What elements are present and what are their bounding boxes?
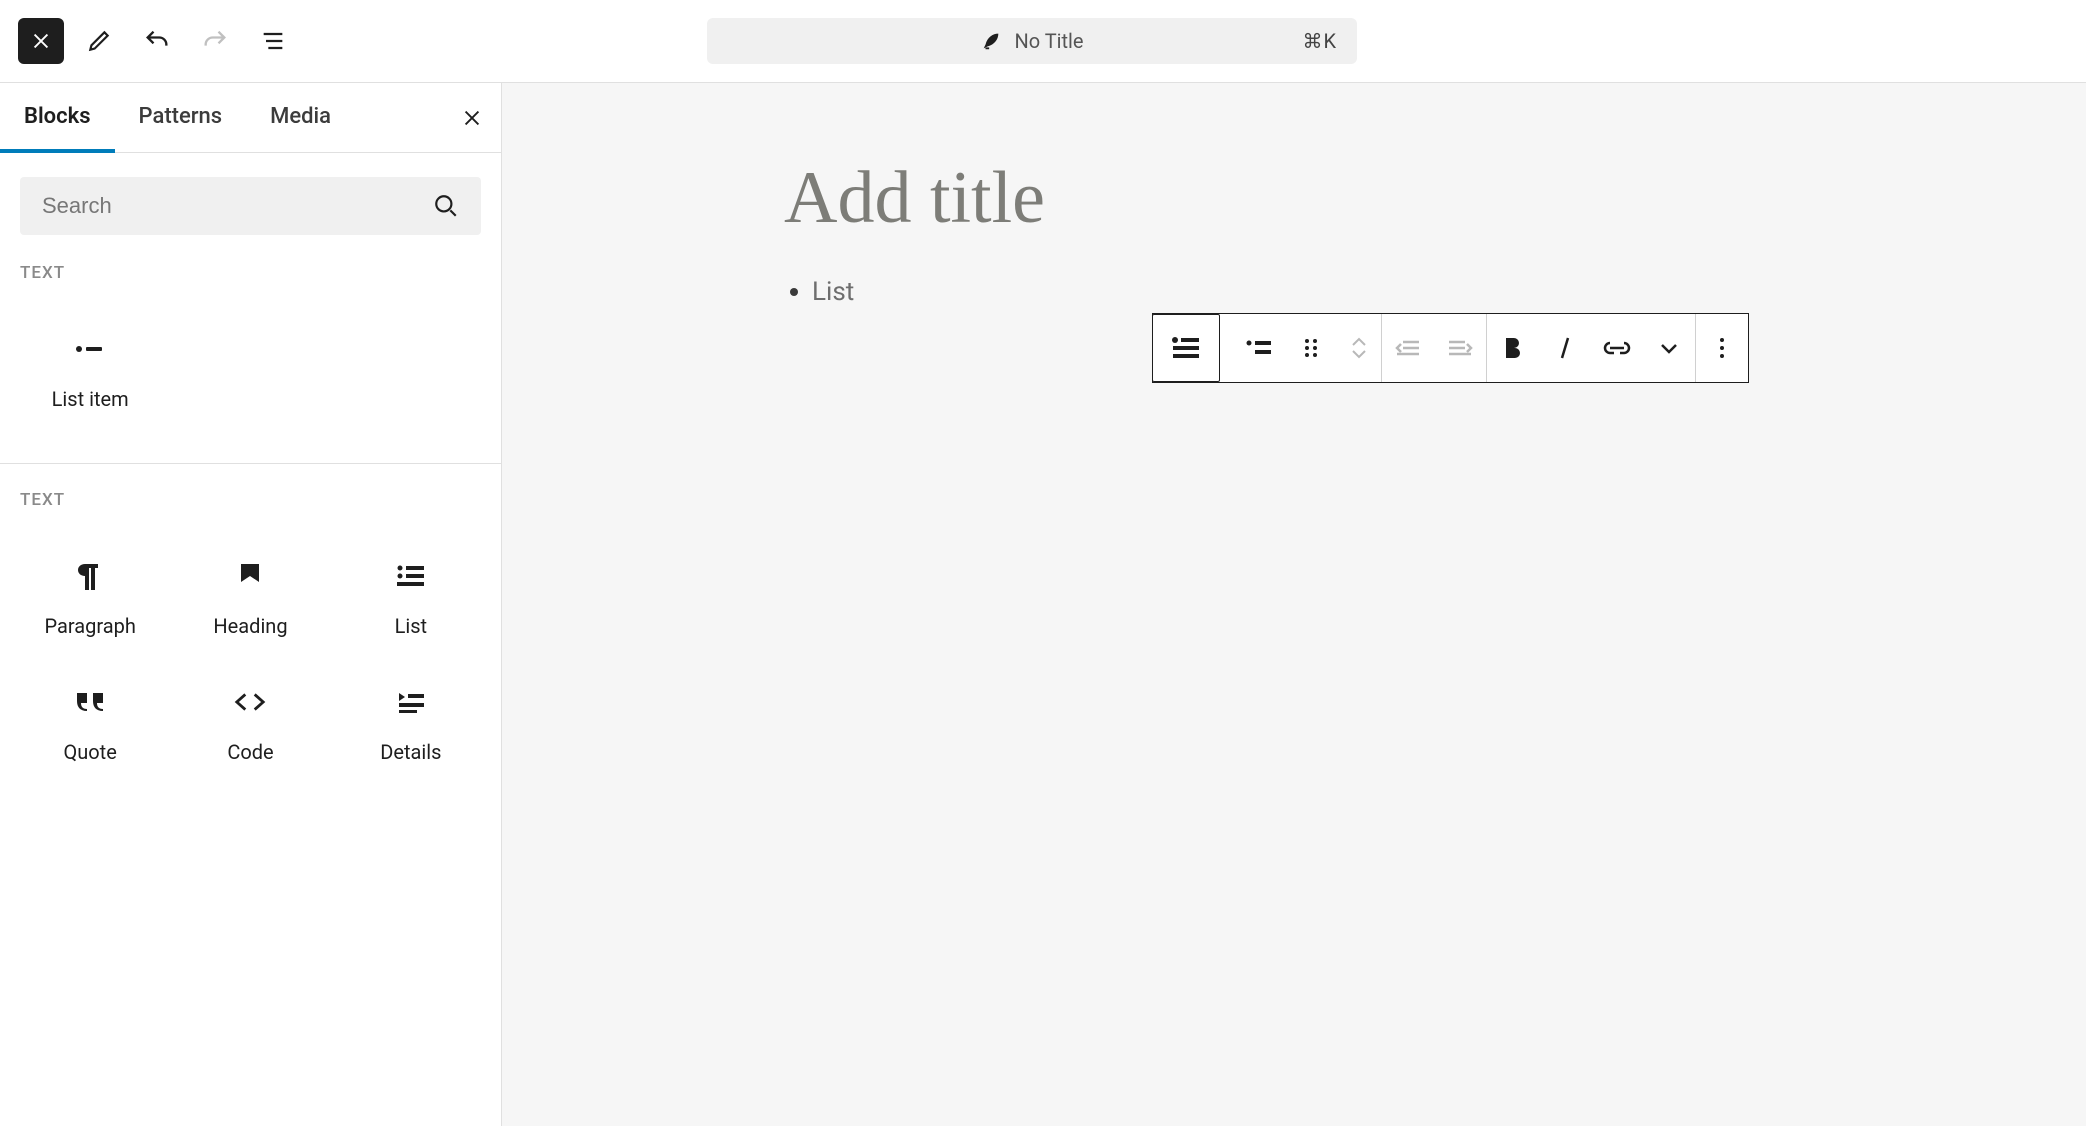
italic-button[interactable]	[1539, 314, 1591, 382]
tab-media[interactable]: Media	[246, 84, 355, 153]
post-title-placeholder[interactable]: Add title	[784, 111, 1804, 235]
tab-blocks[interactable]: Blocks	[0, 84, 115, 153]
bullet-list-icon	[1246, 339, 1272, 357]
section-label: TEXT	[0, 255, 501, 297]
block-list[interactable]: List	[331, 534, 491, 660]
chevron-down-icon	[1659, 341, 1679, 355]
block-quote[interactable]: Quote	[10, 660, 170, 786]
indent-button[interactable]	[1434, 314, 1486, 382]
block-label: Quote	[63, 740, 116, 764]
close-icon	[30, 30, 52, 52]
document: Add title List	[744, 111, 1844, 307]
search-field-wrapper[interactable]	[20, 177, 481, 235]
block-grid-text: Paragraph Heading List Quote	[0, 524, 501, 816]
edit-button[interactable]	[76, 18, 122, 64]
command-shortcut: ⌘K	[1302, 29, 1337, 53]
block-inserter-sidebar: Blocks Patterns Media TEXT List item	[0, 83, 502, 1126]
block-label: Paragraph	[44, 614, 135, 638]
ordered-list-button[interactable]	[1285, 314, 1337, 382]
block-label: List item	[52, 387, 129, 411]
block-label: Code	[227, 740, 273, 764]
close-icon	[461, 107, 483, 129]
section-label: TEXT	[0, 464, 501, 524]
block-toolbar	[1152, 313, 1749, 383]
list-view-icon	[259, 27, 287, 55]
link-button[interactable]	[1591, 314, 1643, 382]
paragraph-icon	[74, 560, 106, 592]
block-paragraph[interactable]: Paragraph	[10, 534, 170, 660]
block-label: List	[395, 614, 428, 638]
search-input[interactable]	[42, 193, 433, 219]
tab-media-label: Media	[270, 104, 331, 129]
tab-patterns-label: Patterns	[139, 104, 223, 129]
redo-icon	[201, 27, 229, 55]
more-format-button[interactable]	[1643, 314, 1695, 382]
move-controls	[1337, 336, 1381, 360]
close-inserter-panel-button[interactable]	[449, 95, 495, 141]
list-item-icon	[74, 333, 106, 365]
search-container	[0, 153, 501, 255]
chevron-down-icon[interactable]	[1350, 348, 1368, 360]
editor-canvas[interactable]: Add title List	[502, 83, 2086, 1126]
link-icon	[1603, 340, 1631, 356]
top-toolbar-center: No Title ⌘K	[296, 18, 1768, 64]
unordered-list-button[interactable]	[1233, 314, 1285, 382]
main-area: Blocks Patterns Media TEXT List item	[0, 82, 2086, 1126]
redo-button[interactable]	[192, 18, 238, 64]
undo-button[interactable]	[134, 18, 180, 64]
document-overview-button[interactable]	[250, 18, 296, 64]
list-block-icon	[1171, 335, 1201, 361]
format-segment	[1487, 314, 1696, 382]
tab-patterns[interactable]: Patterns	[115, 84, 247, 153]
outdent-button[interactable]	[1382, 314, 1434, 382]
document-title-button[interactable]: No Title ⌘K	[707, 18, 1357, 64]
undo-icon	[143, 27, 171, 55]
list-icon	[395, 560, 427, 592]
drag-handle-icon	[1303, 337, 1319, 359]
inserter-tabs: Blocks Patterns Media	[0, 83, 501, 153]
search-icon	[433, 193, 459, 219]
bullet-icon	[790, 288, 798, 296]
bold-button[interactable]	[1487, 314, 1539, 382]
quote-icon	[74, 686, 106, 718]
list-item-placeholder: List	[812, 277, 854, 307]
italic-icon	[1558, 336, 1572, 360]
bold-icon	[1503, 336, 1523, 360]
outdent-icon	[1395, 338, 1421, 358]
more-vertical-icon	[1718, 336, 1726, 360]
list-style-segment	[1233, 314, 1382, 382]
options-segment	[1696, 314, 1748, 382]
pencil-icon	[86, 28, 112, 54]
block-options-button[interactable]	[1696, 314, 1748, 382]
indent-segment	[1382, 314, 1487, 382]
tab-blocks-label: Blocks	[24, 104, 91, 129]
close-inserter-button[interactable]	[18, 18, 64, 64]
feather-icon	[980, 30, 1002, 52]
top-toolbar: No Title ⌘K	[0, 0, 2086, 82]
heading-icon	[234, 560, 266, 592]
block-grid-recent: List item	[0, 297, 501, 463]
block-heading[interactable]: Heading	[170, 534, 330, 660]
indent-icon	[1447, 338, 1473, 358]
block-list-item[interactable]: List item	[10, 307, 170, 433]
details-icon	[395, 686, 427, 718]
block-details[interactable]: Details	[331, 660, 491, 786]
document-title: No Title	[1014, 29, 1083, 53]
code-icon	[234, 686, 266, 718]
list-block[interactable]: List	[784, 277, 1804, 307]
chevron-up-icon[interactable]	[1350, 336, 1368, 348]
block-code[interactable]: Code	[170, 660, 330, 786]
block-label: Details	[380, 740, 441, 764]
block-type-button[interactable]	[1152, 314, 1220, 382]
block-label: Heading	[213, 614, 287, 638]
top-toolbar-left	[18, 18, 296, 64]
